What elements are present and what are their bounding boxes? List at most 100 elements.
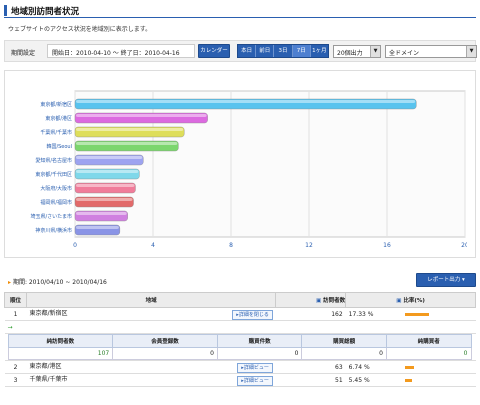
row-rank: 1 (4, 307, 27, 321)
output-count-select[interactable]: 20個出力 ▼ (333, 45, 381, 58)
bar-highlight (76, 156, 143, 159)
header-visits-label: 訪問者数 (323, 298, 346, 304)
detail-row: 純訪問者数 会員登録数 購買件数 購買総額 純購買者 107 0 0 0 0 (4, 333, 476, 361)
page-description: ウェブサイトのアクセス状況を地域別に表示します。 (8, 26, 152, 33)
row-rank: 2 (4, 360, 27, 374)
period-yesterday-button[interactable]: 前日 (256, 45, 275, 57)
y-category-label: 愛知県/名古屋市 (35, 157, 72, 164)
header-rank: 順位 (4, 292, 27, 308)
x-tick-label: 4 (151, 242, 155, 249)
region-table: 順位 地域 ▣ 訪問者数 ▣ 比率(%) 1 東京都/新宿区 ▸詳細を閉じる 1… (4, 292, 476, 387)
domain-select[interactable]: 全ドメイン ▼ (385, 45, 477, 58)
report-output-button[interactable]: レポート出力 ▾ (416, 273, 476, 287)
detail-view-button[interactable]: ▸詳細ビュー (237, 376, 273, 386)
x-tick-label: 16 (383, 242, 391, 249)
bar-highlight (76, 142, 178, 145)
period-7days-button[interactable]: 7日 (292, 45, 311, 57)
row-ratio: 17.33 % (348, 310, 374, 318)
y-category-label: 韓国/Seoul (46, 143, 72, 150)
detail-table: 純訪問者数 会員登録数 購買件数 購買総額 純購買者 107 0 0 0 0 (7, 334, 472, 360)
x-tick-label: 8 (229, 242, 233, 249)
ratio-bar (404, 365, 415, 369)
row-region: 東京都/港区 (29, 363, 62, 370)
period-today-button[interactable]: 本日 (238, 45, 257, 57)
arrow-right-icon: ▸ (8, 279, 12, 286)
header-ratio-label: 比率(%) (403, 298, 425, 304)
region-chart-panel: 0 4 8 12 16 20 東京都/新宿区 東京都/港区 千葉県/千葉市 韓国/Seoul 愛知県… (4, 70, 476, 258)
header-ratio[interactable]: ▣ 比率(%) (345, 292, 476, 308)
table-row: 2 東京都/港区 ▸詳細ビュー 63 6.74 % (4, 360, 476, 374)
detail-value: 0 (301, 347, 387, 360)
y-category-label: 東京都/千代田区 (35, 171, 72, 178)
bar-highlight (76, 100, 416, 103)
row-visits: 51 (275, 373, 346, 387)
row-ratio-cell: 6.74 % (345, 360, 476, 374)
row-ratio: 6.74 % (348, 363, 370, 371)
calendar-button[interactable]: カレンダー (198, 44, 230, 58)
sort-icon: ▣ (396, 298, 402, 304)
summary-period-text: 期間: 2010/04/10 ~ 2010/04/16 (12, 279, 107, 286)
period-button-group: 本日 前日 3日 7日 1ヶ月 (237, 44, 329, 58)
row-region: 千葉県/千葉市 (29, 376, 68, 383)
bar-highlight (76, 114, 207, 117)
bar-highlight (76, 198, 133, 201)
detail-close-button[interactable]: ▸詳細を閉じる (232, 310, 273, 320)
row-region-cell: 東京都/港区 ▸詳細ビュー (26, 360, 276, 374)
detail-header: 会員登録数 (112, 334, 218, 348)
domain-value: 全ドメイン (389, 50, 420, 57)
y-category-label: 東京都/新宿区 (40, 101, 72, 108)
table-header-row: 順位 地域 ▣ 訪問者数 ▣ 比率(%) (4, 292, 476, 308)
chevron-down-icon: ▼ (370, 46, 380, 57)
period-setting-label: 期間設定 (11, 50, 36, 57)
detail-value: 107 (7, 347, 114, 360)
y-category-label: 神奈川県/横浜市 (35, 227, 72, 234)
header-visits[interactable]: ▣ 訪問者数 (275, 292, 347, 308)
filter-bar: 期間設定 開始日：2010-04-10 ～ 終了日：2010-04-16 カレン… (4, 40, 477, 62)
bar-highlight (76, 184, 135, 187)
chevron-down-icon: ▼ (466, 46, 476, 57)
y-category-label: 千葉県/千葉市 (40, 129, 72, 136)
bar-highlight (76, 226, 119, 229)
bar-highlight (76, 128, 184, 131)
detail-panel: 純訪問者数 会員登録数 購買件数 購買総額 純購買者 107 0 0 0 0 (4, 333, 476, 361)
row-visits: 162 (275, 307, 346, 321)
detail-value-row: 107 0 0 0 0 (7, 347, 472, 360)
table-row: 1 東京都/新宿区 ▸詳細を閉じる 162 17.33 % (4, 307, 476, 321)
detail-header: 購買総額 (301, 334, 387, 348)
table-row: 3 千葉県/千葉市 ▸詳細ビュー 51 5.45 % (4, 373, 476, 387)
row-ratio: 5.45 % (348, 376, 370, 384)
row-visits: 63 (275, 360, 346, 374)
region-bar-chart: 0 4 8 12 16 20 東京都/新宿区東京都/港区千葉県/千葉市韓国/Seoul 愛知県… (30, 90, 467, 249)
row-region-cell: 千葉県/千葉市 ▸詳細ビュー (26, 373, 276, 387)
y-category-label: 埼玉県/さいたま市 (30, 213, 72, 220)
detail-header: 購買件数 (216, 334, 303, 348)
detail-view-label: 詳細ビュー (243, 378, 269, 384)
row-rank: 3 (4, 373, 27, 387)
detail-close-label: 詳細を閉じる (238, 312, 269, 318)
arrow-right-icon: → (4, 320, 476, 334)
detail-value: 0 (216, 347, 303, 360)
detail-value: 0 (385, 347, 472, 360)
x-tick-label: 12 (305, 242, 313, 249)
page-header: 地域別訪問者状況 (4, 4, 476, 18)
date-range-field[interactable]: 開始日：2010-04-10 ～ 終了日：2010-04-16 (47, 44, 195, 58)
detail-value: 0 (112, 347, 218, 360)
y-category-label: 東京都/港区 (45, 115, 72, 122)
detail-arrow-row: → (4, 320, 476, 334)
output-count-value: 20個出力 (337, 50, 363, 57)
detail-header: 純購買者 (385, 334, 472, 348)
bar-highlight (76, 212, 127, 215)
row-ratio-cell: 5.45 % (345, 373, 476, 387)
bar-highlight (76, 170, 139, 173)
detail-view-button[interactable]: ▸詳細ビュー (237, 363, 273, 373)
row-region: 東京都/新宿区 (29, 310, 68, 317)
x-tick-label: 0 (73, 242, 77, 249)
ratio-bar (404, 312, 429, 316)
header-region: 地域 (25, 292, 277, 308)
ratio-bar (404, 378, 413, 382)
period-3days-button[interactable]: 3日 (274, 45, 293, 57)
title-accent (4, 5, 7, 16)
period-1month-button[interactable]: 1ヶ月 (311, 45, 328, 57)
y-category-label: 大阪府/大阪市 (40, 185, 72, 192)
x-tick-label: 20 (461, 242, 467, 249)
